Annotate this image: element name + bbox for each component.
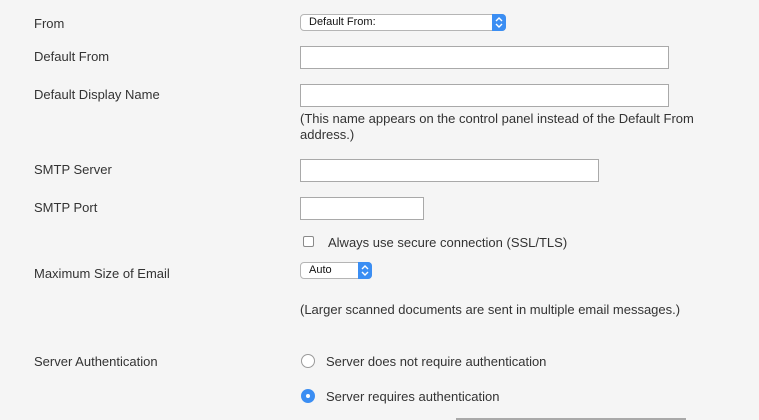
display-name-note: (This name appears on the control panel … xyxy=(300,111,694,142)
secure-connection-checkbox[interactable] xyxy=(303,236,314,247)
smtp-server-input[interactable] xyxy=(300,159,599,182)
max-email-size-select[interactable]: Auto xyxy=(300,262,372,279)
max-email-size-label: Maximum Size of Email xyxy=(34,266,170,281)
smtp-port-label: SMTP Port xyxy=(34,200,98,215)
max-email-size-value: Auto xyxy=(309,264,332,276)
secure-connection-label: Always use secure connection (SSL/TLS) xyxy=(328,235,568,250)
max-email-size-note: (Larger scanned documents are sent in mu… xyxy=(300,302,681,317)
default-from-label: Default From xyxy=(34,49,110,64)
smtp-server-label: SMTP Server xyxy=(34,162,112,177)
server-auth-label: Server Authentication xyxy=(34,354,158,369)
default-display-name-input[interactable] xyxy=(300,84,669,107)
smtp-port-input[interactable] xyxy=(300,197,424,220)
from-select[interactable]: Default From: xyxy=(300,14,506,31)
default-from-input[interactable] xyxy=(300,46,669,69)
chevron-updown-icon xyxy=(358,262,372,279)
radio-no-auth[interactable] xyxy=(301,354,315,368)
default-display-name-label: Default Display Name xyxy=(34,87,160,102)
from-label: From xyxy=(34,16,65,31)
radio-requires-auth[interactable] xyxy=(301,389,315,403)
radio-no-auth-label: Server does not require authentication xyxy=(326,354,547,369)
from-select-value: Default From: xyxy=(309,16,376,28)
radio-requires-auth-label: Server requires authentication xyxy=(326,389,500,404)
chevron-updown-icon xyxy=(492,14,506,31)
